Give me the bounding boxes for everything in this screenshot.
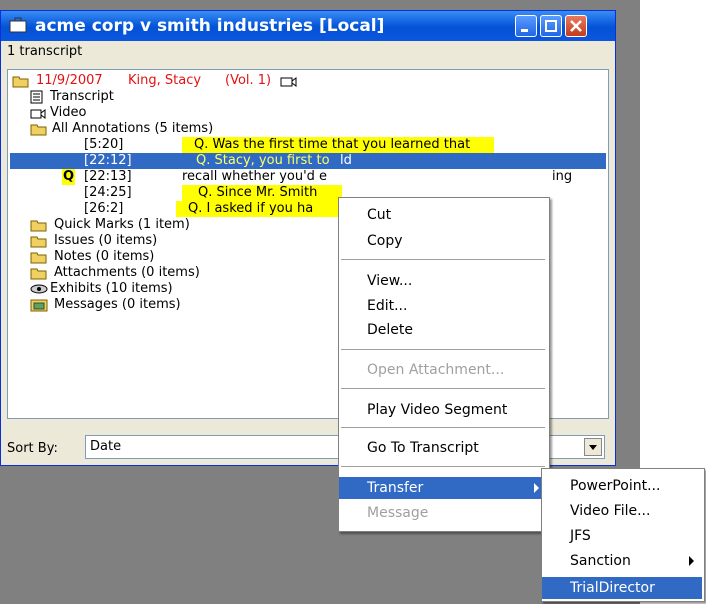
tree-item-label: Transcript (50, 89, 114, 104)
menu-separator (341, 466, 545, 467)
annotation-time: [24:25] (84, 185, 132, 200)
dropdown-button[interactable] (584, 438, 602, 456)
open-folder-icon (30, 123, 48, 141)
root-vol: (Vol. 1) (225, 73, 272, 88)
desktop: acme corp v smith industries [Local] 1 t… (0, 0, 706, 604)
menu-separator (341, 349, 545, 350)
menu-item-transfer[interactable]: Transfer (339, 477, 547, 499)
menu-item-play-video-segment[interactable]: Play Video Segment (339, 399, 547, 421)
maximize-button[interactable] (540, 15, 562, 37)
tree-folder-label: Notes (0 items) (54, 249, 155, 264)
tree-folder-label: Issues (0 items) (54, 233, 158, 248)
menu-item-open-attachment[interactable]: Open Attachment... (339, 359, 547, 381)
transcript-count: 1 transcript (7, 44, 83, 59)
video-camera-icon (280, 75, 298, 93)
submenu-item-powerpoint[interactable]: PowerPoint... (542, 475, 702, 497)
sort-by-label: Sort By: (7, 441, 58, 456)
menu-item-view[interactable]: View... (339, 270, 547, 292)
annotation-text: Q. Since Mr. Smith (182, 185, 342, 201)
submenu-item-video-file[interactable]: Video File... (542, 500, 702, 522)
tree-folder-label: Attachments (0 items) (54, 265, 200, 280)
question-icon: Q (62, 169, 76, 185)
title-bar[interactable]: acme corp v smith industries [Local] (1, 11, 615, 41)
submenu-item-sanction[interactable]: Sanction (542, 550, 702, 572)
annotation-time: [22:12] (84, 153, 132, 168)
messages-icon (30, 299, 48, 317)
minimize-button[interactable] (515, 15, 537, 37)
submenu-item-trialdirector[interactable]: TrialDirector (542, 577, 702, 599)
menu-item-cut[interactable]: Cut (339, 204, 547, 226)
menu-item-delete[interactable]: Delete (339, 319, 547, 341)
context-menu: Cut Copy View... Edit... Delete Open Att… (338, 197, 550, 532)
root-name: King, Stacy (128, 73, 202, 88)
briefcase-icon (9, 17, 27, 33)
transfer-submenu: PowerPoint... Video File... JFS Sanction… (541, 468, 705, 602)
open-folder-icon (12, 75, 30, 93)
annotation-time: [22:13] (84, 169, 132, 184)
chevron-down-icon (589, 445, 597, 450)
menu-item-go-to-transcript[interactable]: Go To Transcript (339, 437, 547, 459)
annotation-row-selected[interactable]: [22:12] Q. Stacy, you first to ld (10, 153, 606, 169)
tree-folder-label: Messages (0 items) (54, 297, 181, 312)
annotation-text: recall whether you'd e (182, 169, 328, 184)
annotation-time: [5:20] (84, 137, 124, 152)
submenu-item-jfs[interactable]: JFS (542, 525, 702, 547)
tree-folder-label: Quick Marks (1 item) (54, 217, 190, 232)
annotation-text-tail: ing (552, 169, 573, 184)
tree-folder-label: Exhibits (10 items) (50, 281, 173, 296)
tree-item-label: Video (50, 105, 87, 120)
menu-item-message[interactable]: Message (339, 502, 547, 524)
annotation-time: [26:2] (84, 201, 124, 216)
menu-item-copy[interactable]: Copy (339, 230, 547, 252)
close-button[interactable] (565, 15, 587, 37)
annotation-text: Q. Stacy, you first to (196, 153, 330, 168)
annotation-text: Q. I asked if you ha (176, 201, 342, 217)
annotation-text-tail: ld (340, 153, 352, 168)
sort-by-value: Date (90, 439, 122, 454)
root-date: 11/9/2007 (36, 73, 103, 88)
menu-separator (341, 427, 545, 428)
window-title: acme corp v smith industries [Local] (35, 16, 385, 36)
tree-item-label: All Annotations (5 items) (52, 121, 214, 136)
submenu-arrow-icon (689, 556, 694, 566)
menu-item-transfer-label: Transfer (367, 480, 424, 496)
menu-separator (341, 259, 545, 260)
menu-separator (341, 388, 545, 389)
annotation-text: Q. Was the first time that you learned t… (182, 137, 494, 153)
menu-item-edit[interactable]: Edit... (339, 295, 547, 317)
submenu-arrow-icon (534, 483, 539, 493)
submenu-item-sanction-label: Sanction (570, 553, 631, 569)
